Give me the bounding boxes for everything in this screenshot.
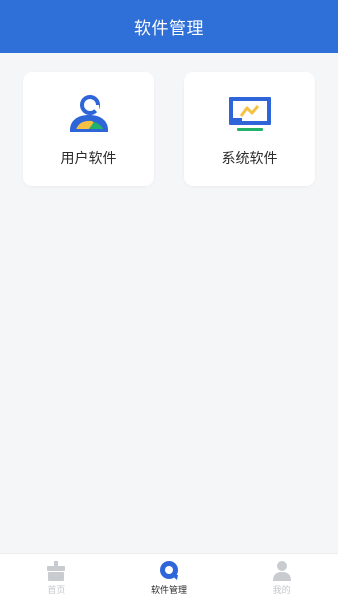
app-screen: 软件管理 用户软件 系统软件 首页 软件管理 我的	[0, 0, 338, 600]
nav-software-management-label: 软件管理	[151, 586, 188, 596]
nav-software-management[interactable]: 软件管理	[113, 554, 226, 600]
user-software-card[interactable]: 用户软件	[23, 72, 154, 186]
software-management-icon	[160, 561, 178, 580]
user-software-label: 用户软件	[60, 151, 117, 167]
nav-profile[interactable]: 我的	[225, 554, 338, 600]
page-title: 软件管理	[134, 19, 204, 39]
nav-home-label: 首页	[47, 586, 66, 596]
system-software-label: 系统软件	[221, 151, 278, 167]
profile-icon	[272, 561, 291, 581]
nav-home[interactable]: 首页	[0, 554, 113, 600]
nav-profile-label: 我的	[272, 586, 291, 596]
system-software-icon	[228, 97, 271, 131]
home-icon	[47, 561, 66, 581]
top-header: 软件管理	[0, 0, 338, 53]
bottom-navigation: 首页 软件管理 我的	[0, 553, 338, 600]
system-software-card[interactable]: 系统软件	[184, 72, 315, 186]
user-software-icon	[69, 95, 108, 132]
